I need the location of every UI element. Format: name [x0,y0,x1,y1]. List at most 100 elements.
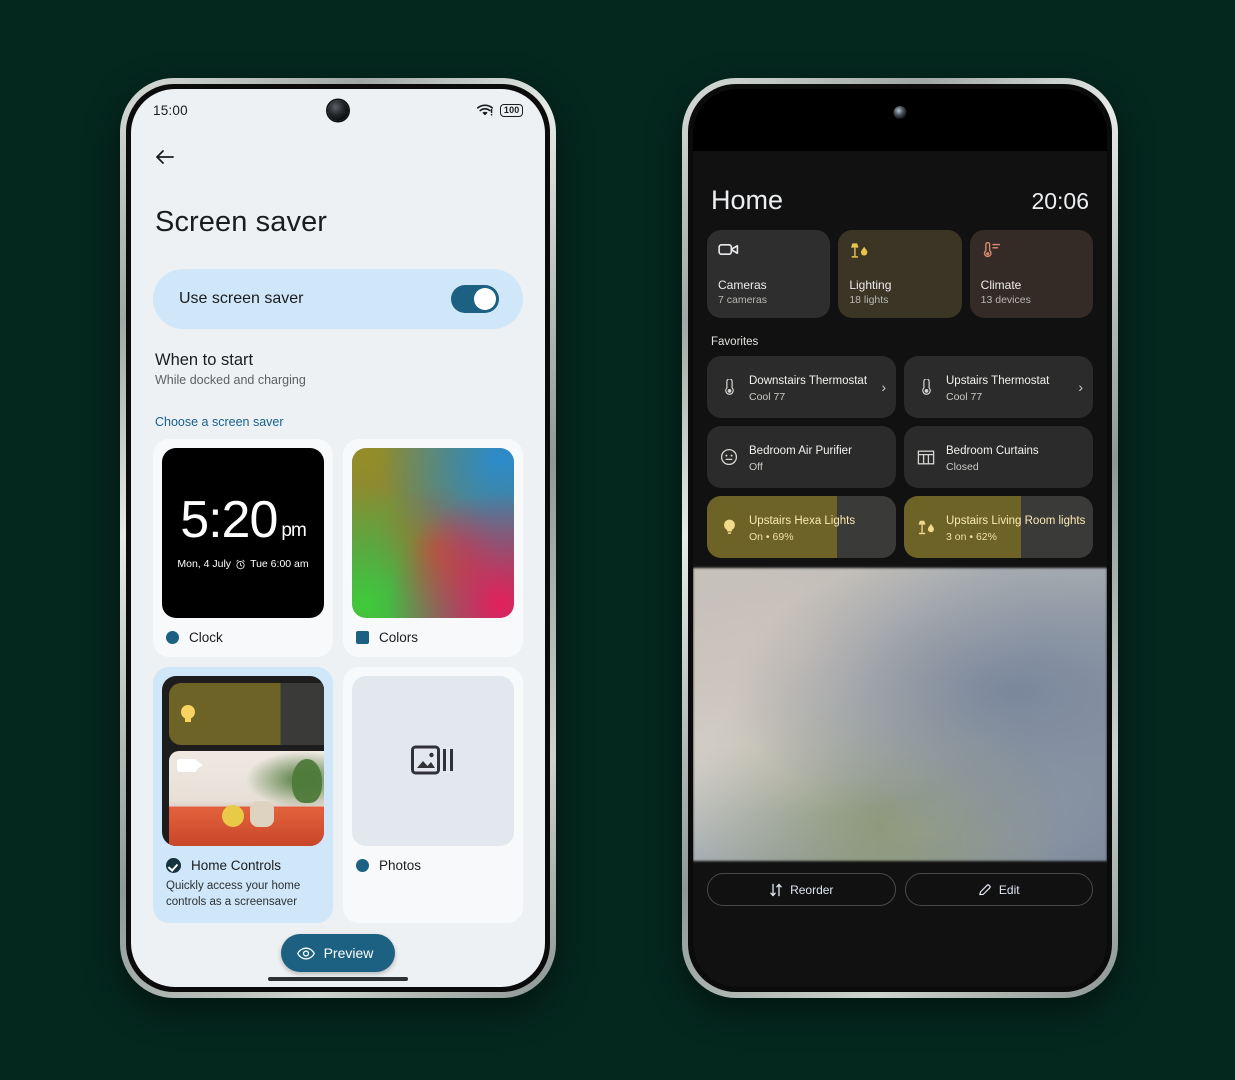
wifi-alert-icon [477,103,494,117]
favorite-state: Cool 77 [749,391,786,403]
colors-preview-thumbnail [352,448,514,618]
category-sub: 13 devices [980,294,1031,306]
favorite-state: On • 69% [749,531,794,543]
home-controls-option-description: Quickly access your home controls as a s… [166,880,301,908]
favorite-name: Downstairs Thermostat [749,375,868,387]
clock-preview-time: 5:20 [180,490,278,549]
thermometer-icon [981,241,1082,258]
preview-camera-tile [169,751,324,846]
home-panel: Home 20:06 Cameras 7 cameras Lighting 18… [693,151,1107,987]
favorite-state: Closed [946,461,979,473]
favorite-name: Upstairs Living Room lights [946,515,1086,527]
category-tiles: Cameras 7 cameras Lighting 18 lights Cli… [707,230,1093,318]
home-controls-option-label: Home Controls [191,858,282,873]
category-name: Climate [980,278,1022,292]
clock-preview-time-row: 5:20 pm [180,490,307,549]
light-bulb-icon [719,518,739,536]
reorder-button[interactable]: Reorder [707,873,896,906]
curtains-icon [916,449,936,466]
clock-preview-alarm: Tue 6:00 am [250,558,309,571]
phone-left-screen: 15:00 100 Screen saver Use screen saver … [131,89,545,987]
clock-option-label: Clock [189,630,223,645]
clock-preview-date: Mon, 4 July [177,558,232,571]
lamp-icon [916,519,936,536]
page-title: Screen saver [155,206,328,238]
favorite-upstairs-living-room-lights[interactable]: Upstairs Living Room lights 3 on • 62% [904,496,1093,558]
category-tile-lighting[interactable]: Lighting 18 lights [838,230,962,318]
favorites-grid: Downstairs Thermostat Cool 77 › Upstairs… [707,356,1093,558]
radio-square-icon[interactable] [356,631,369,644]
camera-feed-preview[interactable] [693,568,1107,861]
screen-saver-option-home-controls[interactable]: Home Controls Quickly access your home c… [153,667,333,923]
category-climate-text: Climate 13 devices [981,278,1082,306]
home-header: Home 20:06 [707,185,1093,230]
favorite-downstairs-thermostat[interactable]: Downstairs Thermostat Cool 77 › [707,356,896,418]
when-to-start-subtitle: While docked and charging [155,373,306,387]
screen-saver-option-clock[interactable]: 5:20 pm Mon, 4 July Tue 6:00 am Clock [153,439,333,657]
photo-gallery-icon [411,744,455,778]
radio-dot-icon[interactable] [356,859,369,872]
when-to-start-section[interactable]: When to start While docked and charging [131,329,545,387]
edit-button-label: Edit [998,882,1020,897]
radio-dot-icon[interactable] [166,631,179,644]
air-purifier-icon [719,448,739,466]
choose-screen-saver-label: Choose a screen saver [155,415,284,429]
back-arrow-icon[interactable] [153,145,179,171]
favorite-text: Upstairs Hexa Lights On • 69% [749,511,855,543]
category-tile-cameras[interactable]: Cameras 7 cameras [707,230,831,318]
home-controls-screensaver: Home 20:06 Cameras 7 cameras Lighting 18… [693,89,1107,987]
light-bulb-icon [181,704,195,724]
chevron-right-icon[interactable]: › [881,379,886,395]
category-tile-climate[interactable]: Climate 13 devices [969,230,1093,318]
status-bar-icons: 100 [477,103,523,117]
use-screen-saver-toggle[interactable] [451,285,499,313]
home-title: Home [711,185,784,215]
pillow-decoration [221,805,244,827]
colors-option-footer: Colors [352,618,514,645]
favorite-upstairs-hexa-lights[interactable]: Upstairs Hexa Lights On • 69% [707,496,896,558]
video-camera-icon [177,759,203,772]
thermostat-icon [916,378,936,396]
reorder-button-label: Reorder [790,882,834,897]
favorite-bedroom-curtains[interactable]: Bedroom Curtains Closed [904,426,1093,488]
screenshot-canvas: 15:00 100 Screen saver Use screen saver … [0,0,1235,1080]
clock-option-footer: Clock [162,618,324,645]
favorite-text: Upstairs Living Room lights 3 on • 62% [946,511,1086,543]
battery-indicator: 100 [500,103,523,117]
home-controls-option-footer: Home Controls [162,846,324,873]
edit-button[interactable]: Edit [904,873,1093,906]
video-camera-icon [718,242,819,257]
preview-button[interactable]: Preview [280,934,396,972]
front-camera-punch-hole [893,106,907,119]
category-cameras-text: Cameras 7 cameras [718,278,819,306]
favorite-name: Bedroom Curtains [946,445,1039,457]
favorite-state: 3 on • 62% [946,531,997,543]
clock-preview-date-row: Mon, 4 July Tue 6:00 am [177,558,308,570]
favorite-upstairs-thermostat[interactable]: Upstairs Thermostat Cool 77 › [904,356,1093,418]
home-clock: 20:06 [1031,188,1089,214]
preview-light-tile [169,683,324,745]
plant-decoration [292,758,322,803]
selected-check-icon[interactable] [166,858,181,873]
home-controls-preview-thumbnail [162,676,324,846]
category-name: Lighting [849,278,892,292]
category-sub: 18 lights [849,294,889,306]
toolbar [131,131,545,174]
favorite-name: Bedroom Air Purifier [749,445,852,457]
photos-option-footer: Photos [352,846,514,873]
thermostat-icon [719,378,739,396]
screen-saver-option-photos[interactable]: Photos [343,667,523,923]
phone-right-screen: Home 20:06 Cameras 7 cameras Lighting 18… [693,89,1107,987]
use-screen-saver-label: Use screen saver [179,290,304,307]
favorite-bedroom-air-purifier[interactable]: Bedroom Air Purifier Off [707,426,896,488]
when-to-start-title: When to start [155,351,254,369]
screen-saver-option-colors[interactable]: Colors [343,439,523,657]
colors-option-label: Colors [379,630,419,645]
category-sub: 7 cameras [718,294,768,306]
favorite-text: Downstairs Thermostat Cool 77 [749,371,867,403]
favorite-text: Bedroom Air Purifier Off [749,441,852,473]
use-screen-saver-row[interactable]: Use screen saver [153,269,523,329]
status-bar: 15:00 100 [131,89,545,131]
chevron-right-icon[interactable]: › [1078,379,1083,395]
home-indicator[interactable] [268,977,408,981]
